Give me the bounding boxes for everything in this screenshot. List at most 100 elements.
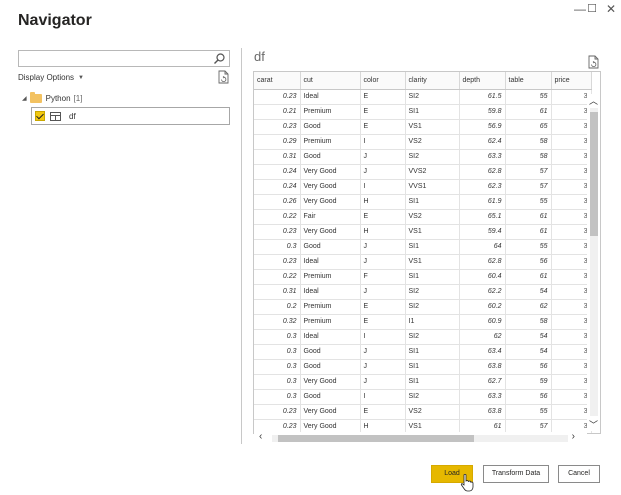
price-cell: 3: [551, 269, 592, 285]
table-cell: 57: [505, 164, 552, 180]
table-cell: 54: [505, 344, 552, 360]
clarity-cell: SI1: [405, 194, 460, 210]
color-cell: I: [360, 179, 406, 195]
scroll-right-icon[interactable]: ›: [572, 431, 575, 442]
table-row: 0.29 Premium I VS2 62.4 58 3: [254, 134, 592, 150]
depth-cell: 62: [459, 329, 506, 345]
clarity-cell: SI2: [405, 284, 460, 300]
cut-cell: Premium: [300, 104, 361, 120]
search-input[interactable]: [18, 50, 230, 67]
depth-cell: 63.4: [459, 344, 506, 360]
price-cell: 3: [551, 254, 592, 270]
search-icon[interactable]: [213, 52, 226, 65]
clarity-cell: SI2: [405, 299, 460, 315]
color-cell: I: [360, 134, 406, 150]
cut-cell: Ideal: [300, 329, 361, 345]
price-cell: 3: [551, 329, 592, 345]
refresh-icon[interactable]: [588, 55, 600, 69]
color-cell: E: [360, 119, 406, 135]
price-cell: 3: [551, 299, 592, 315]
table-row: 0.24 Very Good J VVS2 62.8 57 3: [254, 164, 592, 180]
price-cell: 3: [551, 119, 592, 135]
column-header[interactable]: clarity: [405, 72, 460, 90]
table-cell: 61: [505, 224, 552, 240]
table-row: 0.3 Good J SI1 63.8 56 3: [254, 359, 592, 375]
column-header[interactable]: price: [551, 72, 592, 90]
scroll-down-icon[interactable]: ﹀: [587, 418, 600, 431]
depth-cell: 62.8: [459, 164, 506, 180]
clarity-cell: SI1: [405, 374, 460, 390]
pane-divider[interactable]: [241, 48, 242, 444]
table-cell: 56: [505, 389, 552, 405]
table-row: 0.22 Fair E VS2 65.1 61 3: [254, 209, 592, 225]
depth-cell: 60.2: [459, 299, 506, 315]
price-cell: 3: [551, 359, 592, 375]
transform-data-button[interactable]: Transform Data: [483, 465, 549, 483]
clarity-cell: VS1: [405, 119, 460, 135]
table-row: 0.23 Very Good E VS2 63.8 55 3: [254, 404, 592, 420]
price-cell: 3: [551, 314, 592, 330]
clarity-cell: SI1: [405, 344, 460, 360]
carat-cell: 0.31: [254, 149, 301, 165]
vertical-scrollbar[interactable]: ︿ ﹀: [587, 94, 600, 431]
cancel-button[interactable]: Cancel: [558, 465, 600, 483]
df-checkbox[interactable]: [35, 111, 45, 121]
depth-cell: 56.9: [459, 119, 506, 135]
tree-item-df[interactable]: df: [31, 107, 230, 125]
carat-cell: 0.23: [254, 89, 301, 105]
color-cell: H: [360, 224, 406, 240]
clarity-cell: VS1: [405, 224, 460, 240]
carat-cell: 0.3: [254, 239, 301, 255]
column-header[interactable]: table: [505, 72, 552, 90]
horizontal-scrollbar[interactable]: ‹ ›: [254, 431, 587, 445]
table-row: 0.26 Very Good H SI1 61.9 55 3: [254, 194, 592, 210]
column-header[interactable]: carat: [254, 72, 301, 90]
refresh-icon[interactable]: [218, 70, 230, 84]
tree-item-label: df: [69, 111, 76, 121]
table-cell: 61: [505, 104, 552, 120]
carat-cell: 0.22: [254, 269, 301, 285]
cut-cell: Very Good: [300, 164, 361, 180]
price-cell: 3: [551, 224, 592, 240]
table-cell: 54: [505, 329, 552, 345]
column-header[interactable]: color: [360, 72, 406, 90]
color-cell: J: [360, 149, 406, 165]
horizontal-scroll-thumb[interactable]: [278, 435, 474, 442]
column-header[interactable]: cut: [300, 72, 361, 90]
cut-cell: Good: [300, 389, 361, 405]
color-cell: I: [360, 389, 406, 405]
table-cell: 56: [505, 254, 552, 270]
table-row: 0.3 Very Good J SI1 62.7 59 3: [254, 374, 592, 390]
column-header[interactable]: depth: [459, 72, 506, 90]
cut-cell: Very Good: [300, 374, 361, 390]
collapse-arrow-icon[interactable]: ◢: [22, 95, 27, 102]
depth-cell: 61.9: [459, 194, 506, 210]
depth-cell: 63.3: [459, 389, 506, 405]
table-cell: 65: [505, 119, 552, 135]
price-cell: 3: [551, 344, 592, 360]
clarity-cell: VS2: [405, 404, 460, 420]
table-row: 0.3 Ideal I SI2 62 54 3: [254, 329, 592, 345]
table-cell: 55: [505, 404, 552, 420]
color-cell: J: [360, 164, 406, 180]
vertical-scroll-thumb[interactable]: [590, 112, 598, 236]
close-button[interactable]: ✕: [602, 2, 620, 16]
tree-folder-python[interactable]: ◢ Python [1]: [22, 92, 82, 103]
display-options-dropdown[interactable]: Display Options ▼: [18, 73, 84, 82]
carat-cell: 0.3: [254, 374, 301, 390]
price-cell: 3: [551, 239, 592, 255]
cut-cell: Good: [300, 344, 361, 360]
scroll-left-icon[interactable]: ‹: [259, 431, 262, 442]
depth-cell: 62.2: [459, 284, 506, 300]
clarity-cell: SI1: [405, 239, 460, 255]
depth-cell: 63.3: [459, 149, 506, 165]
scroll-up-icon[interactable]: ︿: [587, 94, 600, 107]
maximize-button[interactable]: ☐: [583, 2, 601, 16]
clarity-cell: SI1: [405, 269, 460, 285]
depth-cell: 63.8: [459, 404, 506, 420]
clarity-cell: SI2: [405, 89, 460, 105]
color-cell: F: [360, 269, 406, 285]
carat-cell: 0.3: [254, 359, 301, 375]
price-cell: 3: [551, 404, 592, 420]
table-row: 0.23 Ideal E SI2 61.5 55 3: [254, 89, 592, 105]
